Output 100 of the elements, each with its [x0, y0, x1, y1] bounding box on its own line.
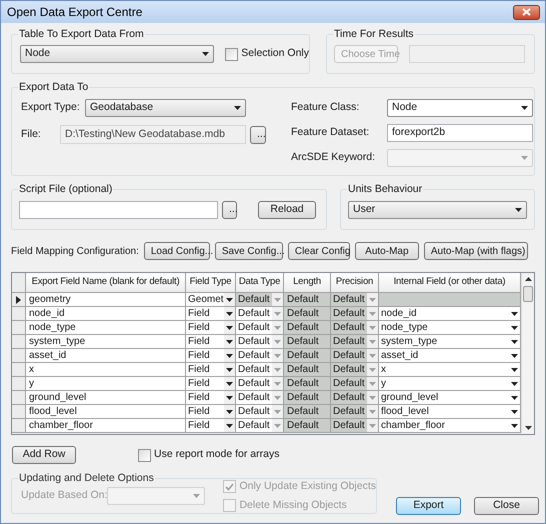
caret-icon: [511, 340, 518, 344]
dropdown-cell[interactable]: y: [379, 377, 521, 391]
row-header[interactable]: [12, 293, 26, 307]
dropdown-cell[interactable]: Default: [331, 349, 379, 363]
caret-icon: [274, 382, 281, 386]
current-row-icon: [16, 296, 21, 304]
dropdown-cell[interactable]: Field: [186, 321, 236, 335]
dropdown-cell[interactable]: Default: [236, 335, 284, 349]
button[interactable]: Export: [396, 497, 461, 515]
dropdown-cell[interactable]: Field: [186, 307, 236, 321]
dropdown-cell[interactable]: flood_level: [379, 405, 521, 419]
dropdown-cell[interactable]: Default: [236, 307, 284, 321]
caret-icon: [226, 410, 233, 414]
close-icon: [522, 8, 531, 16]
column-header[interactable]: Field Type: [186, 273, 236, 293]
dropdown[interactable]: Geodatabase: [85, 99, 246, 117]
button[interactable]: ...: [250, 126, 266, 144]
table-cell: geometry: [26, 293, 186, 307]
dropdown-cell[interactable]: Default: [236, 391, 284, 405]
caret-icon: [193, 494, 200, 498]
caret-icon: [369, 410, 376, 414]
checkbox[interactable]: [138, 448, 151, 462]
dropdown-cell[interactable]: Default: [331, 419, 379, 433]
table-cell: Default: [284, 419, 331, 433]
caret-icon: [274, 312, 281, 316]
dropdown-cell[interactable]: Field: [186, 377, 236, 391]
text-field[interactable]: [19, 200, 218, 218]
dropdown-cell[interactable]: Field: [186, 349, 236, 363]
field-label: File:: [21, 126, 42, 142]
table-cell: asset_id: [26, 349, 186, 363]
dropdown-cell[interactable]: Default: [236, 363, 284, 377]
dropdown-cell[interactable]: Default: [236, 349, 284, 363]
dropdown-cell[interactable]: Default: [331, 377, 379, 391]
text-field[interactable]: D:\Testing\New Geodatabase.mdb: [60, 125, 246, 144]
dropdown-cell[interactable]: Geomet: [186, 293, 236, 307]
dropdown-cell[interactable]: Default: [236, 405, 284, 419]
close-button[interactable]: [513, 4, 540, 20]
dropdown-cell[interactable]: Default: [236, 419, 284, 433]
caret-icon: [274, 340, 281, 344]
button[interactable]: Reload: [258, 200, 316, 218]
dropdown-cell[interactable]: Field: [186, 405, 236, 419]
scrollbar[interactable]: [521, 273, 534, 434]
column-header[interactable]: Length: [284, 273, 331, 293]
button[interactable]: Close: [474, 497, 539, 515]
dropdown[interactable]: User: [348, 200, 527, 218]
table-cell: Default: [284, 391, 331, 405]
button[interactable]: Auto-Map: [354, 242, 419, 260]
caret-icon: [369, 354, 376, 358]
field-label: Update Based On:: [21, 488, 108, 504]
caret-icon: [274, 354, 281, 358]
dropdown-cell[interactable]: Default: [331, 363, 379, 377]
scroll-thumb[interactable]: [523, 286, 533, 302]
dropdown-cell[interactable]: Default: [331, 321, 379, 335]
column-header[interactable]: Internal Field (or other data): [379, 273, 521, 293]
table-cell: Default: [284, 293, 331, 307]
dropdown-cell[interactable]: Default: [331, 307, 379, 321]
column-header[interactable]: Data Type: [236, 273, 284, 293]
caret-icon: [274, 424, 281, 428]
caret-icon: [226, 326, 233, 330]
button[interactable]: Auto-Map (with flags): [424, 242, 528, 260]
column-header[interactable]: Export Field Name (blank for default): [26, 273, 186, 293]
dropdown-cell[interactable]: chamber_floor: [379, 419, 521, 433]
caret-icon: [274, 410, 281, 414]
button[interactable]: ...: [222, 200, 237, 218]
dropdown-cell[interactable]: node_id: [379, 307, 521, 321]
dropdown-cell[interactable]: Field: [186, 419, 236, 433]
dropdown-cell[interactable]: Default: [331, 335, 379, 349]
checkbox[interactable]: [225, 48, 238, 60]
dropdown-cell[interactable]: Default: [331, 293, 379, 307]
field-label: Feature Class:: [291, 100, 360, 116]
column-header[interactable]: Precision: [331, 273, 379, 293]
table-cell: node_id: [26, 307, 186, 321]
table-cell: system_type: [26, 335, 186, 349]
dropdown-cell[interactable]: Field: [186, 363, 236, 377]
dropdown-cell[interactable]: node_type: [379, 321, 521, 335]
dropdown[interactable]: Node: [20, 45, 214, 63]
dropdown-cell[interactable]: Default: [236, 377, 284, 391]
dropdown-cell[interactable]: Default: [331, 405, 379, 419]
dropdown-cell[interactable]: Field: [186, 335, 236, 349]
dropdown-cell[interactable]: Default: [236, 293, 284, 307]
table-cell: Default: [284, 377, 331, 391]
dropdown[interactable]: Node: [387, 99, 533, 117]
dropdown-cell[interactable]: Default: [236, 321, 284, 335]
checkbox-label: Use report mode for arrays: [154, 447, 280, 462]
dropdown-cell[interactable]: Default: [331, 391, 379, 405]
dropdown-cell[interactable]: ground_level: [379, 391, 521, 405]
scroll-up-icon[interactable]: [524, 277, 532, 281]
dropdown-cell[interactable]: asset_id: [379, 349, 521, 363]
dropdown-cell[interactable]: Field: [186, 391, 236, 405]
text-field[interactable]: forexport2b: [387, 124, 533, 142]
dropdown-cell[interactable]: system_type: [379, 335, 521, 349]
table-cell: chamber_floor: [26, 419, 186, 433]
caret-icon: [521, 156, 528, 160]
button[interactable]: Add Row: [12, 446, 76, 464]
caret-icon: [226, 368, 233, 372]
scroll-down-icon[interactable]: [524, 426, 532, 430]
dropdown-cell[interactable]: x: [379, 363, 521, 377]
caret-icon: [511, 396, 518, 400]
caret-icon: [511, 312, 518, 316]
caret-icon: [274, 368, 281, 372]
